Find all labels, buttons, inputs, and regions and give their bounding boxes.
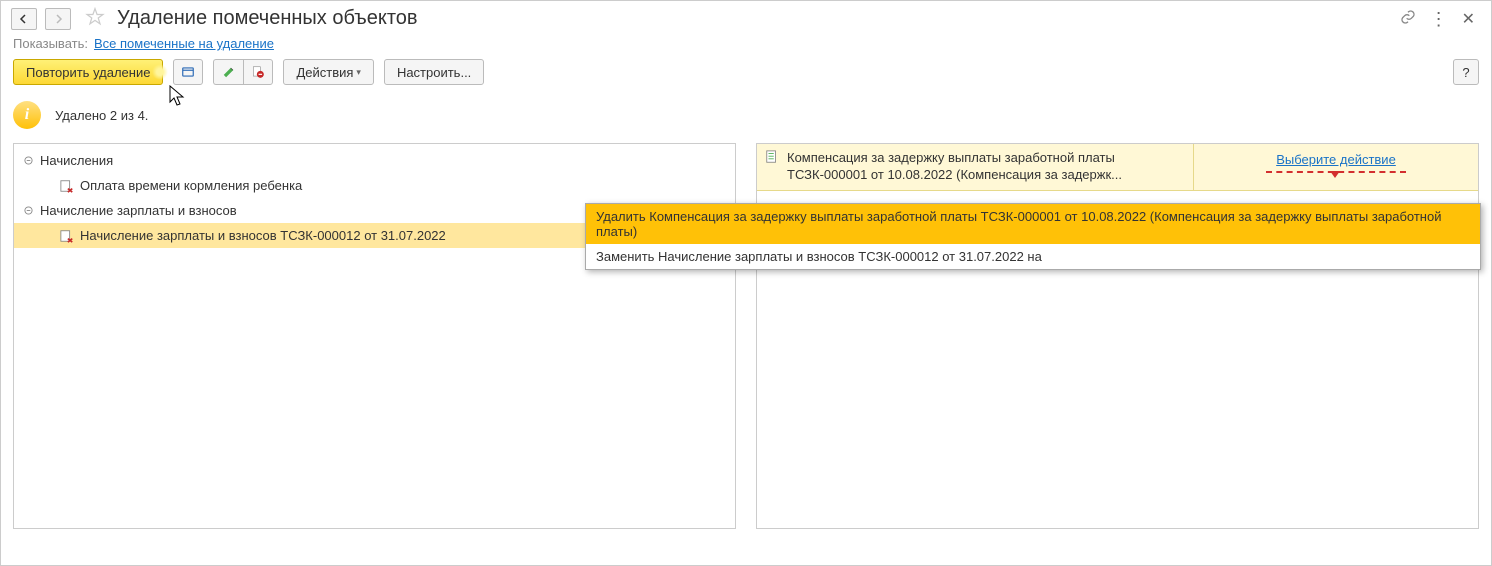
help-button[interactable]: ? <box>1453 59 1479 85</box>
tree-group[interactable]: Начисления <box>14 148 735 173</box>
edit-button[interactable] <box>213 59 243 85</box>
link-icon[interactable] <box>1400 9 1416 28</box>
info-icon: i <box>13 101 41 129</box>
delete-mark-button[interactable] <box>243 59 273 85</box>
arrow-indicator-icon <box>1266 169 1406 181</box>
status-text: Удалено 2 из 4. <box>55 108 148 123</box>
actions-button[interactable]: Действия <box>283 59 374 85</box>
filter-link[interactable]: Все помеченные на удаление <box>94 36 274 51</box>
more-icon[interactable]: ⋮ <box>1430 10 1448 28</box>
doc-error-icon <box>60 179 74 193</box>
refresh-button[interactable] <box>173 59 203 85</box>
page-title: Удаление помеченных объектов <box>117 7 418 30</box>
tree-item[interactable]: Оплата времени кормления ребенка <box>14 173 735 198</box>
tree-label: Начисления <box>40 153 113 168</box>
doc-error-icon <box>60 229 74 243</box>
compensation-line1: Компенсация за задержку выплаты заработн… <box>787 150 1122 167</box>
choose-action-link[interactable]: Выберите действие <box>1276 152 1396 167</box>
collapse-icon[interactable] <box>22 155 34 167</box>
compensation-line2: ТСЗК-000001 от 10.08.2022 (Компенсация з… <box>787 167 1122 184</box>
repeat-delete-button[interactable]: Повторить удаление <box>13 59 163 85</box>
right-panel: Компенсация за задержку выплаты заработн… <box>756 143 1479 529</box>
context-menu: Удалить Компенсация за задержку выплаты … <box>585 203 1481 270</box>
tree-label: Оплата времени кормления ребенка <box>80 178 302 193</box>
close-icon[interactable]: ✕ <box>1462 9 1475 29</box>
favorite-star-icon[interactable] <box>85 7 105 30</box>
tree-label: Начисление зарплаты и взносов <box>40 203 237 218</box>
settings-button[interactable]: Настроить... <box>384 59 484 85</box>
collapse-icon[interactable] <box>22 205 34 217</box>
tree-label: Начисление зарплаты и взносов ТСЗК-00001… <box>80 228 446 243</box>
filter-label: Показывать: <box>13 36 88 51</box>
back-button[interactable] <box>11 8 37 30</box>
doc-icon <box>765 150 779 164</box>
menu-item-replace[interactable]: Заменить Начисление зарплаты и взносов Т… <box>586 244 1480 269</box>
menu-item-delete[interactable]: Удалить Компенсация за задержку выплаты … <box>586 204 1480 244</box>
forward-button[interactable] <box>45 8 71 30</box>
left-panel: Начисления Оплата времени кормления ребе… <box>13 143 736 529</box>
